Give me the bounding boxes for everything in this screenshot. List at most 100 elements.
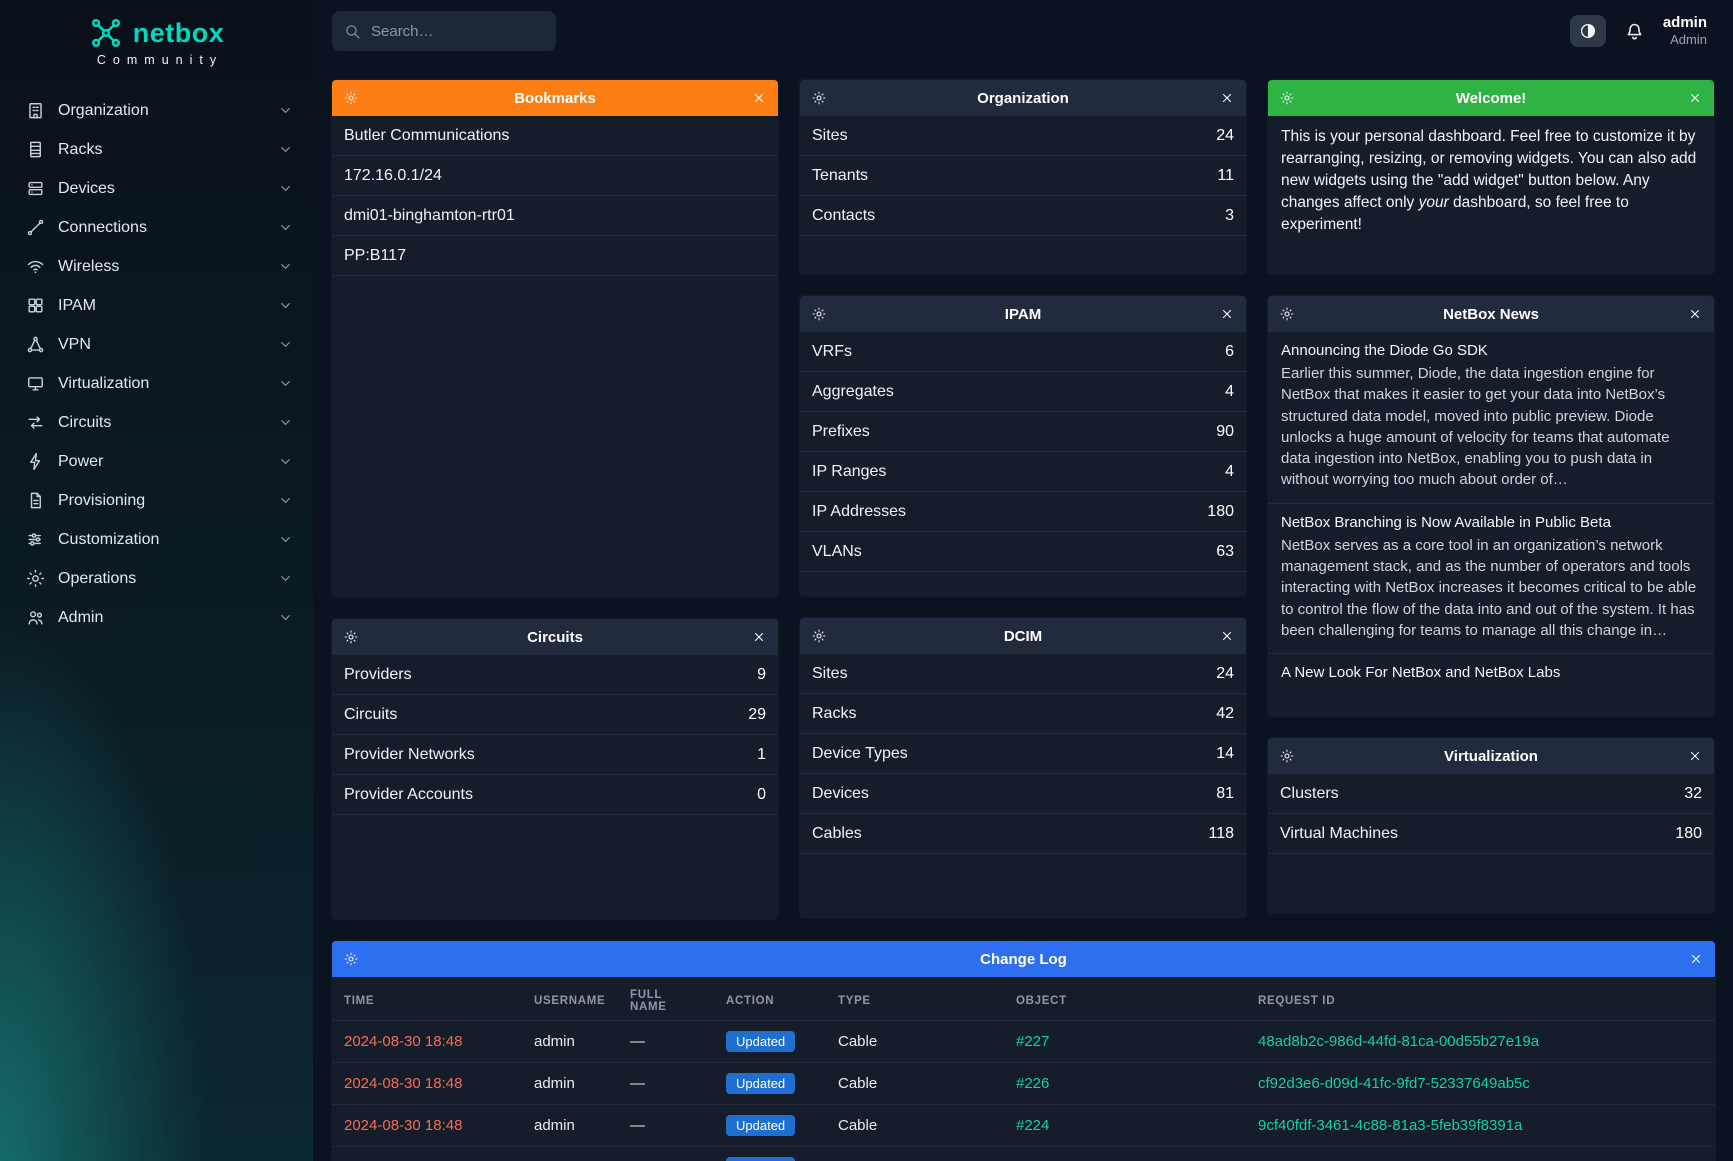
- sidebar-item-vpn[interactable]: VPN: [0, 325, 313, 364]
- stat-value: 1: [757, 746, 766, 764]
- welcome-text: This is your personal dashboard. Feel fr…: [1268, 116, 1714, 246]
- object-link[interactable]: #224: [1016, 1117, 1049, 1134]
- time-link[interactable]: 2024-08-30 18:48: [344, 1033, 462, 1050]
- sidebar-item-virtualization[interactable]: Virtualization: [0, 364, 313, 403]
- bell-icon: [1624, 21, 1645, 42]
- news-title-link[interactable]: A New Look For NetBox and NetBox Labs: [1281, 664, 1701, 681]
- theme-toggle-button[interactable]: [1570, 15, 1606, 47]
- sidebar-item-wireless[interactable]: Wireless: [0, 247, 313, 286]
- close-icon[interactable]: [752, 630, 766, 644]
- stat-row[interactable]: Prefixes 90: [800, 412, 1246, 452]
- stat-value: 180: [1675, 825, 1702, 843]
- sidebar-item-ipam[interactable]: IPAM: [0, 286, 313, 325]
- sidebar-item-organization[interactable]: Organization: [0, 91, 313, 130]
- news-title-link[interactable]: Announcing the Diode Go SDK: [1281, 342, 1701, 359]
- time-link[interactable]: 2024-08-30 18:48: [344, 1075, 462, 1092]
- stat-label: Contacts: [812, 207, 875, 225]
- stat-value: 81: [1216, 785, 1234, 803]
- gear-icon[interactable]: [344, 91, 358, 105]
- request-id-link[interactable]: cf92d3e6-d09d-41fc-9fd7-52337649ab5c: [1258, 1075, 1530, 1092]
- stat-row[interactable]: Virtual Machines 180: [1268, 814, 1714, 854]
- user-menu[interactable]: admin Admin: [1663, 14, 1707, 48]
- username-cell: admin: [534, 1117, 575, 1134]
- sidebar-item-operations[interactable]: Operations: [0, 559, 313, 598]
- stat-row[interactable]: Contacts 3: [800, 196, 1246, 236]
- news-title-link[interactable]: NetBox Branching is Now Available in Pub…: [1281, 514, 1701, 531]
- object-link[interactable]: #226: [1016, 1075, 1049, 1092]
- gear-icon[interactable]: [812, 307, 826, 321]
- stat-value: 4: [1225, 383, 1234, 401]
- bookmark-item[interactable]: dmi01-binghamton-rtr01: [332, 196, 778, 236]
- gear-icon[interactable]: [344, 952, 358, 966]
- gear-icon[interactable]: [1280, 91, 1294, 105]
- bookmark-item[interactable]: Butler Communications: [332, 116, 778, 156]
- sidebar-item-provisioning[interactable]: Provisioning: [0, 481, 313, 520]
- stat-label: Devices: [812, 785, 869, 803]
- notifications-button[interactable]: [1624, 21, 1645, 42]
- gear-icon[interactable]: [812, 629, 826, 643]
- stat-row[interactable]: IP Addresses 180: [800, 492, 1246, 532]
- close-icon[interactable]: [1688, 307, 1702, 321]
- stat-label: Device Types: [812, 745, 908, 763]
- bookmark-item[interactable]: PP:B117: [332, 236, 778, 276]
- sidebar-item-circuits[interactable]: Circuits: [0, 403, 313, 442]
- close-icon[interactable]: [1220, 91, 1234, 105]
- close-icon[interactable]: [1220, 307, 1234, 321]
- sidebar-item-power[interactable]: Power: [0, 442, 313, 481]
- stat-value: 63: [1216, 543, 1234, 561]
- stat-row[interactable]: VLANs 63: [800, 532, 1246, 572]
- widget-header: Circuits: [332, 619, 778, 655]
- stat-row[interactable]: VRFs 6: [800, 332, 1246, 372]
- close-icon[interactable]: [752, 91, 766, 105]
- chevron-down-icon: [278, 142, 293, 157]
- stat-label: Virtual Machines: [1280, 825, 1398, 843]
- sidebar-item-racks[interactable]: Racks: [0, 130, 313, 169]
- stat-row[interactable]: Device Types 14: [800, 734, 1246, 774]
- sidebar-item-devices[interactable]: Devices: [0, 169, 313, 208]
- stat-row[interactable]: Sites 24: [800, 116, 1246, 156]
- stat-row[interactable]: Cables 118: [800, 814, 1246, 854]
- widget-title: Change Log: [376, 951, 1671, 968]
- time-link[interactable]: 2024-08-30 18:48: [344, 1117, 462, 1134]
- stat-row[interactable]: Aggregates 4: [800, 372, 1246, 412]
- bookmark-item[interactable]: 172.16.0.1/24: [332, 156, 778, 196]
- sidebar-item-label: Organization: [58, 102, 149, 120]
- sidebar-item-connections[interactable]: Connections: [0, 208, 313, 247]
- close-icon[interactable]: [1220, 629, 1234, 643]
- netbox-logo[interactable]: netbox Community: [0, 0, 313, 67]
- stat-row[interactable]: Provider Accounts 0: [332, 775, 778, 815]
- type-cell: Cable: [838, 1033, 877, 1050]
- topbar: admin Admin: [313, 0, 1733, 62]
- stat-value: 0: [757, 786, 766, 804]
- close-icon[interactable]: [1688, 749, 1702, 763]
- stat-row[interactable]: Provider Networks 1: [332, 735, 778, 775]
- request-id-link[interactable]: 48ad8b2c-986d-44fd-81ca-00d55b27e19a: [1258, 1033, 1539, 1050]
- stat-row[interactable]: Devices 81: [800, 774, 1246, 814]
- gear-icon[interactable]: [812, 91, 826, 105]
- gear-icon[interactable]: [344, 630, 358, 644]
- username-cell: admin: [534, 1033, 575, 1050]
- stat-row[interactable]: Sites 24: [800, 654, 1246, 694]
- stat-row[interactable]: Circuits 29: [332, 695, 778, 735]
- stat-label: Circuits: [344, 706, 397, 724]
- stat-value: 3: [1225, 207, 1234, 225]
- gear-icon[interactable]: [1280, 749, 1294, 763]
- search-box[interactable]: [332, 11, 556, 51]
- sidebar-item-admin[interactable]: Admin: [0, 598, 313, 637]
- stat-row[interactable]: IP Ranges 4: [800, 452, 1246, 492]
- stat-label: IP Addresses: [812, 503, 906, 521]
- widget-header: Welcome!: [1268, 80, 1714, 116]
- request-id-link[interactable]: 9cf40fdf-3461-4c88-81a3-5feb39f8391a: [1258, 1117, 1522, 1134]
- close-icon[interactable]: [1688, 91, 1702, 105]
- stat-row[interactable]: Tenants 11: [800, 156, 1246, 196]
- stat-row[interactable]: Providers 9: [332, 655, 778, 695]
- search-input[interactable]: [371, 23, 544, 40]
- stat-row[interactable]: Clusters 32: [1268, 774, 1714, 814]
- close-icon[interactable]: [1689, 952, 1703, 966]
- table-row: 2024-08-30 18:48 admin — Updated Cable #…: [332, 1105, 1715, 1147]
- sidebar-item-customization[interactable]: Customization: [0, 520, 313, 559]
- brand-name: netbox: [133, 18, 225, 49]
- stat-row[interactable]: Racks 42: [800, 694, 1246, 734]
- object-link[interactable]: #227: [1016, 1033, 1049, 1050]
- gear-icon[interactable]: [1280, 307, 1294, 321]
